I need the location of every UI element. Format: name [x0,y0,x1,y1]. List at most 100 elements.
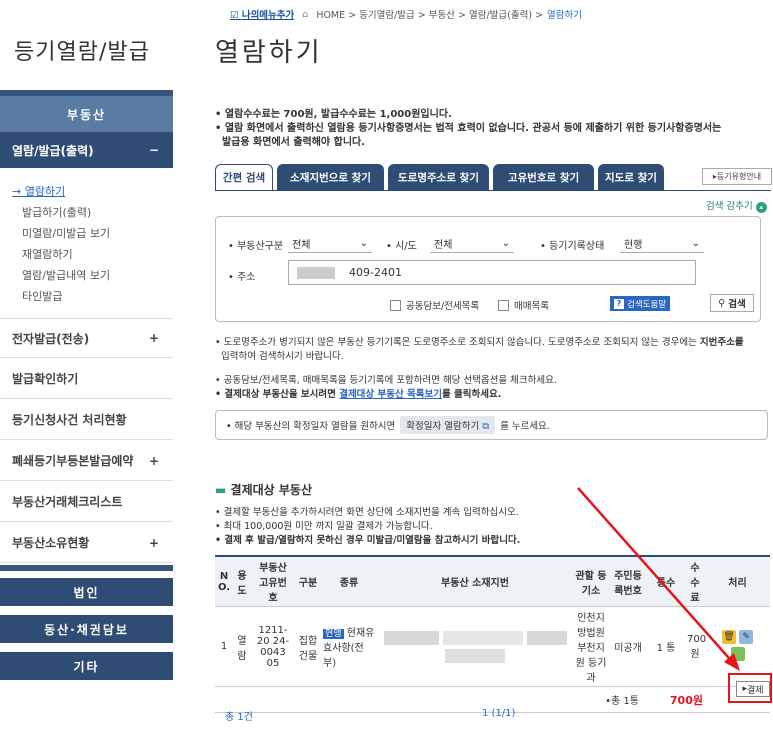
sidebar-button-movable[interactable]: 동산·채권담보 [0,615,173,643]
sidebar-item-verify[interactable]: 발급확인하기 [0,359,173,399]
search-button[interactable]: ⚲ 검색 [710,294,754,312]
payment-list-note-text: 결제대상 부동산을 보시려면 [224,389,336,400]
payment-list-link[interactable]: 결제대상 부동산 목록보기 [339,389,442,400]
cell-type: 현행 현재유 효사항(전부) [321,606,377,687]
redacted-block [383,630,439,645]
payment-list-note-tail: 를 클릭하세요. [441,389,502,400]
sidebar-sub-label: 열람/발급(출력) [12,143,94,158]
confirm-date-panel: • 해당 부동산의 확정일자 열람을 원하시면 확정일자 열람하기 ⧉ 를 누르… [215,410,768,440]
sidebar-item-label: 전자발급(전송) [12,331,90,346]
tab-road-address[interactable]: 도로명주소로 찾기 [388,164,489,190]
collapse-icon: − [148,143,159,157]
address-value: 409-2401 [349,266,402,279]
total-count: •총 1통 [215,686,647,713]
sidebar-item-label: 폐쇄등기부등본발급예약 [12,454,134,468]
sidebar-link-review[interactable]: 재열람하기 [22,245,73,264]
search-icon: ⚲ [718,297,726,309]
sidebar-item-checklist[interactable]: 부동산거래체크리스트 [0,482,173,522]
redacted-block [442,630,523,645]
option-note: • 공동담보/전세목록, 매매목록을 등기기록에 포함하려면 해당 선택옵션을 … [215,375,557,386]
address-blurred [297,266,335,279]
sidebar-item-status[interactable]: 등기신청사건 처리현황 [0,400,173,440]
joint-collateral-check[interactable]: 공동담보/전세목록 [390,298,479,312]
collapse-search-toggle[interactable]: 검색 감추기 ▴ [706,198,767,213]
sidebar-item-label: 발급확인하기 [12,372,79,386]
joint-collateral-label: 공동담보/전세목록 [406,301,480,312]
sidebar-button-etc[interactable]: 기타 [0,652,173,680]
collapse-label: 검색 감추기 [706,201,753,212]
sidebar-link-other[interactable]: 타인발급 [22,287,62,306]
sidebar-sub-category[interactable]: 열람/발급(출력) − [0,132,173,168]
confirm-date-label: 확정일자 열람하기 [406,421,480,432]
property-type-value: 전체 [292,240,311,251]
legal-note-text: 열람 화면에서 출력하신 열람용 등기사항증명서는 법적 효력이 없습니다. 관… [224,123,722,134]
header-no: N O. [215,555,233,607]
total-fee: 700원 [647,686,705,713]
checkbox-icon [390,299,401,311]
status-label: • 등기기록상태 [540,241,605,252]
sidebar-item-ownership[interactable]: 부동산소유현황 + [0,523,173,563]
record-status-select[interactable]: 현행 ⌄ [620,235,704,253]
sido-label: • 시/도 [386,241,417,252]
sidebar-link-history[interactable]: 열람/발급내역 보기 [22,266,110,285]
payment-note-2: • 최대 100,000원 미만 까지 일괄 결제가 가능합니다. [215,521,433,532]
tab-lot-number[interactable]: 소재지번으로 찾기 [277,164,384,190]
address-blurred [379,630,571,663]
address-input[interactable]: 409-2401 [288,260,696,285]
header-kind: 구분 [295,555,321,607]
header-address: 부동산 소재지번 [377,555,573,607]
payment-list-note: • 결제대상 부동산을 보시려면 결제대상 부동산 목록보기를 클릭하세요. [215,389,502,400]
sidebar-item-e-issue[interactable]: 전자발급(전송) + [0,318,173,358]
sidebar-link-issue[interactable]: 발급하기(출력) [22,203,91,222]
footer-count: 총 1건 [225,712,253,723]
my-menu-link[interactable]: ☑ 나의메뉴추가 [230,7,294,21]
top-breadcrumb-bar: ☑ 나의메뉴추가 ⌂ HOME > 등기열람/발급 > 부동산 > 열람/발급(… [230,6,582,22]
address-label: • 주소 [228,272,256,283]
sidebar-button-corporate[interactable]: 법인 [0,578,173,606]
payment-note-3: • 결제 후 발급/열람하지 못하신 경우 미발급/미열람을 참고하시기 바랍니… [215,535,521,546]
fee-note: • 열람수수료는 700원, 발급수수료는 1,000원입니다. [215,109,452,120]
external-link-icon: ⧉ [482,421,490,432]
pagination[interactable]: 1 (1/1) [482,708,515,719]
cell-address [377,606,573,687]
confirm-date-button[interactable]: 확정일자 열람하기 ⧉ [400,416,496,434]
page-title: 열람하기 [215,38,323,68]
cell-no: 1 [215,606,233,687]
sales-list-check[interactable]: 매매목록 [498,298,549,312]
arrow-line [577,487,737,667]
section-marker-icon: ▬ [215,483,227,497]
sales-list-label: 매매목록 [514,301,549,312]
expand-icon: + [148,453,159,468]
tab-unique-number[interactable]: 고유번호로 찾기 [493,164,594,190]
payment-note-3-text: 결제 후 발급/열람하지 못하신 경우 미발급/미열람을 참고하시기 바랍니다. [224,535,521,546]
arrow-icon: → [12,185,22,198]
sidebar-link-view[interactable]: → 열람하기 [12,182,65,201]
address-label-text: 주소 [237,272,256,283]
road-address-note-emph: 지번주소를 [699,337,744,348]
breadcrumb-current: 열람하기 [547,10,582,21]
status-badge: 현행 [323,629,344,639]
cell-use: 열 람 [233,606,251,687]
tab-simple-search[interactable]: 간편 검색 [215,164,273,190]
property-type-select[interactable]: 전체 ⌄ [288,235,372,253]
sidebar-link-unviewed[interactable]: 미열람/미발급 보기 [22,224,110,243]
sidebar-divider [0,565,173,571]
cell-id: 1211-20 24-0043 05 [251,606,295,687]
annotation-arrow [577,487,740,671]
road-address-note: • 도로명주소가 병기되지 않은 부동산 등기기록은 도로명주소로 조회되지 않… [215,337,744,362]
search-help-button[interactable]: ? 검색도움말 [610,296,671,311]
sidebar-item-closed[interactable]: 폐쇄등기부등본발급예약 + [0,441,173,481]
sidebar-item-label: 등기신청사건 처리현황 [12,413,127,427]
tab-map[interactable]: 지도로 찾기 [598,164,664,190]
sido-select[interactable]: 전체 ⌄ [430,235,514,253]
cell-kind: 집합 건물 [295,606,321,687]
payment-note-1: • 결제할 부동산을 추가하시려면 화면 상단에 소재지번을 계속 입력하십시오… [215,507,519,518]
payment-note-2-text: 최대 100,000원 미만 까지 일괄 결제가 가능합니다. [223,521,433,532]
guide-button[interactable]: ▸ 등기유형안내 [702,168,772,185]
tab-underline [215,190,771,191]
legal-note: • 열람 화면에서 출력하신 열람용 등기사항증명서는 법적 효력이 없습니다.… [215,123,722,148]
option-note-text: 공동담보/전세목록, 매매목록을 등기기록에 포함하려면 해당 선택옵션을 체크… [223,375,557,386]
type-label-text: 부동산구분 [237,241,284,252]
sidebar-main-category[interactable]: 부동산 [0,96,173,132]
search-button-label: 검색 [728,299,746,310]
